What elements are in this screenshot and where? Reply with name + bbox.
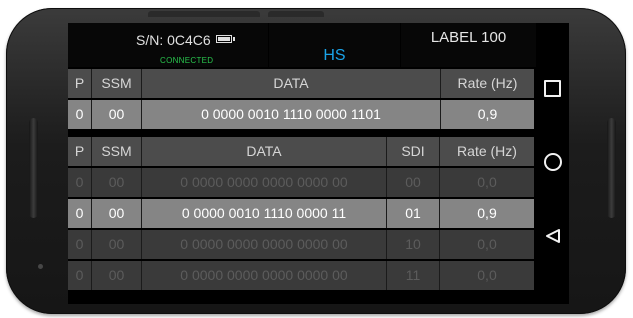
cell-ssm: 00 <box>108 267 125 283</box>
cell-sdi: 00 <box>405 174 421 190</box>
header-data: DATA <box>246 143 282 159</box>
battery-icon <box>215 35 235 43</box>
table-row[interactable]: 0 00 0 0000 0000 0000 0000 00 00 0,0 <box>68 168 534 197</box>
serial-number-line: S/N: 0C4C6 <box>136 32 235 48</box>
cell-p: 0 <box>75 236 84 252</box>
back-button[interactable] <box>536 221 569 251</box>
cell-rate: 0,0 <box>477 174 497 190</box>
cell-ssm: 00 <box>108 236 125 252</box>
serial-number: S/N: 0C4C6 <box>136 32 211 48</box>
cell-p: 0 <box>75 205 84 221</box>
status-header: S/N: 0C4C6 CONNECTED HS LABEL 100 <box>68 23 536 67</box>
cell-data: 0 0000 0010 1110 0000 1101 <box>201 106 381 122</box>
phone-sensor <box>38 264 43 269</box>
cell-p: 0 <box>75 106 84 122</box>
cell-ssm: 00 <box>108 174 125 190</box>
header-sdi: SDI <box>401 143 425 159</box>
device-info-panel[interactable]: S/N: 0C4C6 CONNECTED <box>68 23 268 67</box>
cell-data: 0 0000 0000 0000 0000 00 <box>180 267 348 283</box>
cell-data: 0 0000 0000 0000 0000 00 <box>180 174 348 190</box>
circle-icon <box>543 153 562 171</box>
label-title: LABEL 100 <box>430 29 507 46</box>
cell-rate: 0,0 <box>477 236 497 252</box>
cell-p: 0 <box>75 174 84 190</box>
left-speaker <box>29 118 38 218</box>
header-data: DATA <box>273 75 309 91</box>
table-row[interactable]: 0 00 0 0000 0010 1110 0000 11 01 0,9 <box>68 199 534 228</box>
cell-p: 0 <box>75 267 84 283</box>
table-header-row: P SSM DATA Rate (Hz) <box>68 69 534 98</box>
label-panel[interactable]: LABEL 100 <box>401 23 536 67</box>
header-ssm: SSM <box>101 75 132 91</box>
speed-indicator: HS <box>323 47 346 64</box>
cell-rate: 0,0 <box>477 267 497 283</box>
cell-sdi: 01 <box>405 205 421 221</box>
cell-data: 0 0000 0010 1110 0000 11 <box>181 205 347 221</box>
home-button[interactable] <box>536 147 569 177</box>
header-ssm: SSM <box>101 143 132 159</box>
cell-rate: 0,9 <box>477 205 497 221</box>
cell-data: 0 0000 0000 0000 0000 00 <box>180 236 348 252</box>
header-p: P <box>74 143 85 159</box>
cell-ssm: 00 <box>108 205 125 221</box>
table-row[interactable]: 0 00 0 0000 0010 1110 0000 1101 0,9 <box>68 100 534 129</box>
recents-button[interactable] <box>536 73 569 103</box>
header-rate: Rate (Hz) <box>457 75 518 91</box>
header-rate: Rate (Hz) <box>457 143 517 159</box>
speed-panel[interactable]: HS <box>269 23 400 67</box>
navigation-bar <box>536 23 569 304</box>
cell-rate: 0,9 <box>477 106 498 122</box>
header-p: P <box>74 75 85 91</box>
back-triangle-icon <box>545 229 560 243</box>
screen: S/N: 0C4C6 CONNECTED HS LABEL 100 P SSM … <box>68 23 569 304</box>
phone-top-button <box>148 11 260 17</box>
table-row[interactable]: 0 00 0 0000 0000 0000 0000 00 11 0,0 <box>68 261 534 290</box>
cell-ssm: 00 <box>108 106 125 122</box>
right-speaker <box>607 118 616 218</box>
cell-sdi: 11 <box>405 267 421 283</box>
phone-top-button <box>268 11 324 17</box>
table-row[interactable]: 0 00 0 0000 0000 0000 0000 00 10 0,0 <box>68 230 534 259</box>
table-header-row: P SSM DATA SDI Rate (Hz) <box>68 137 534 166</box>
cell-sdi: 10 <box>405 236 421 252</box>
square-icon <box>544 79 561 97</box>
connection-status: CONNECTED <box>160 56 214 65</box>
